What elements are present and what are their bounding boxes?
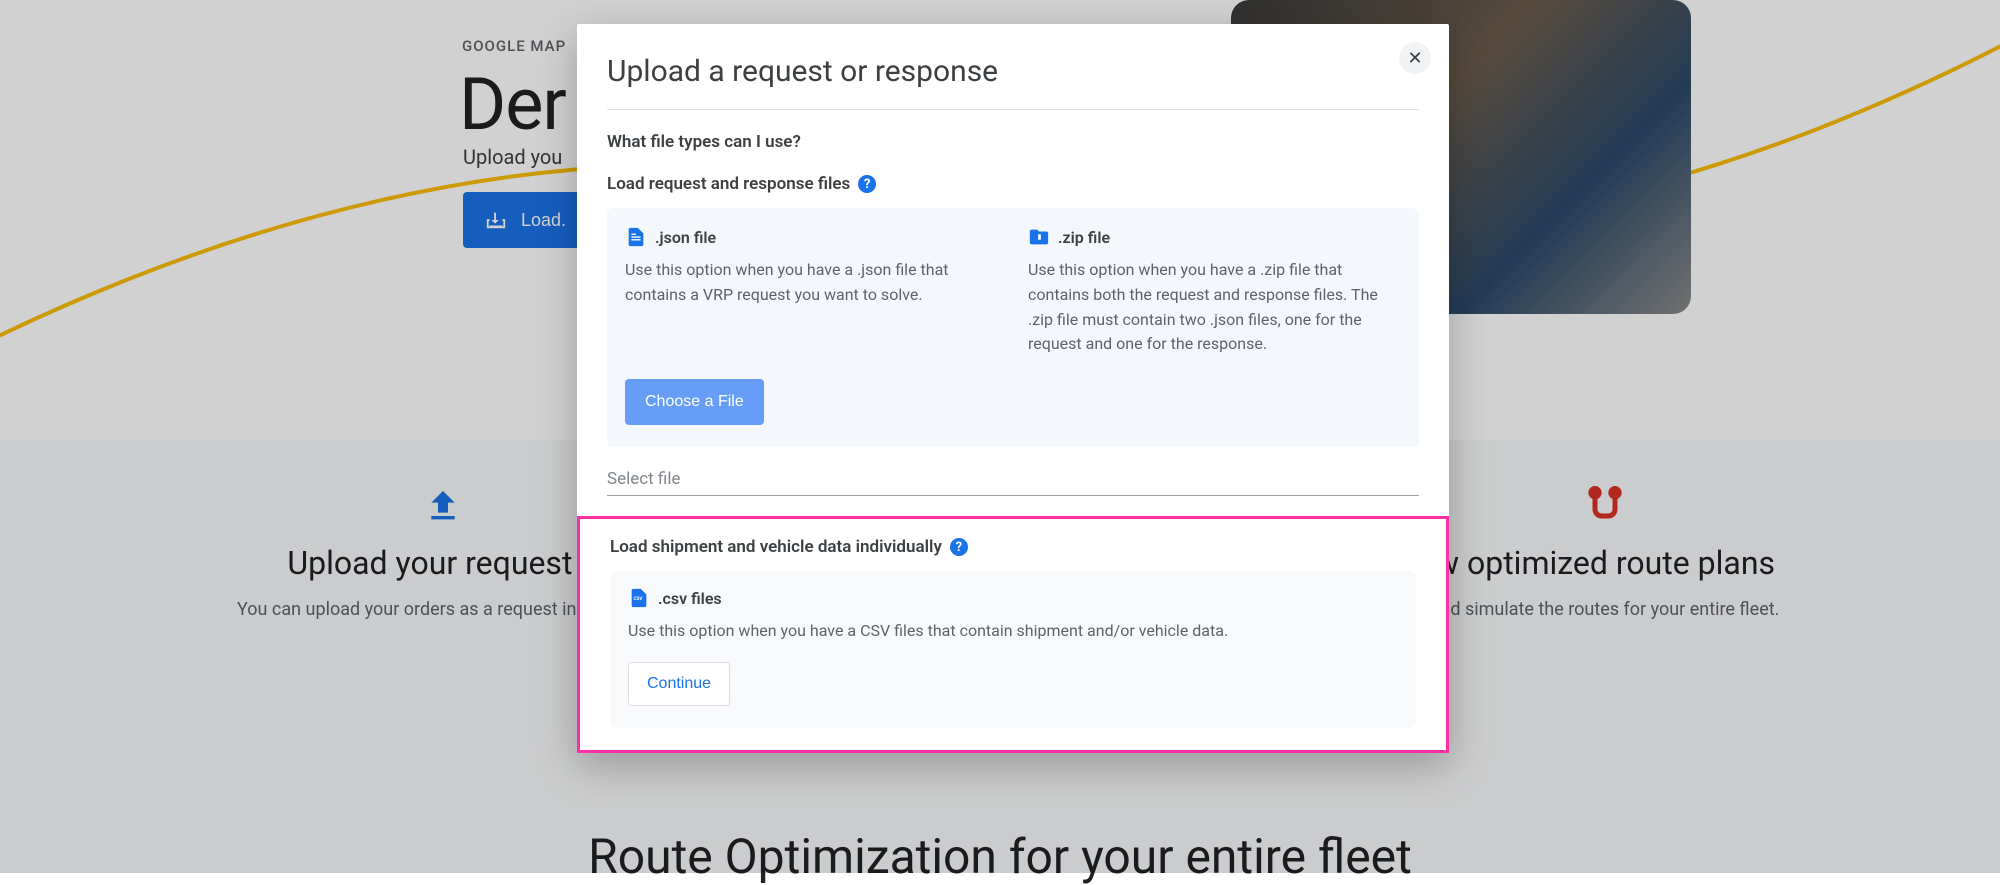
json-option: .json file Use this option when you have… bbox=[625, 226, 998, 357]
json-file-icon bbox=[625, 226, 647, 248]
upload-dialog: ✕ Upload a request or response What file… bbox=[577, 24, 1449, 753]
svg-text:CSV: CSV bbox=[634, 596, 643, 602]
zip-option: .zip file Use this option when you have … bbox=[1028, 226, 1401, 357]
divider bbox=[607, 109, 1419, 110]
csv-option-desc: Use this option when you have a CSV file… bbox=[628, 619, 1398, 644]
zip-option-desc: Use this option when you have a .zip fil… bbox=[1028, 258, 1401, 357]
load-individually-label-text: Load shipment and vehicle data individua… bbox=[610, 537, 942, 557]
help-icon[interactable]: ? bbox=[950, 538, 968, 556]
csv-option-title: .csv files bbox=[658, 589, 722, 608]
dialog-title: Upload a request or response bbox=[607, 54, 1419, 89]
zip-folder-icon bbox=[1028, 226, 1050, 248]
help-icon[interactable]: ? bbox=[858, 175, 876, 193]
load-files-label: Load request and response files ? bbox=[607, 174, 1419, 194]
json-option-title: .json file bbox=[655, 228, 716, 247]
file-types-question: What file types can I use? bbox=[607, 132, 1419, 152]
choose-file-button[interactable]: Choose a File bbox=[625, 379, 764, 425]
csv-panel: CSV .csv files Use this option when you … bbox=[610, 571, 1416, 728]
csv-section-highlight: Load shipment and vehicle data individua… bbox=[577, 516, 1449, 753]
zip-option-title: .zip file bbox=[1058, 228, 1110, 247]
file-types-panel: .json file Use this option when you have… bbox=[607, 208, 1419, 447]
close-button[interactable]: ✕ bbox=[1399, 42, 1431, 74]
csv-file-icon: CSV bbox=[628, 587, 650, 609]
continue-button[interactable]: Continue bbox=[628, 662, 730, 706]
load-files-label-text: Load request and response files bbox=[607, 174, 850, 194]
json-option-desc: Use this option when you have a .json fi… bbox=[625, 258, 998, 308]
load-individually-label: Load shipment and vehicle data individua… bbox=[610, 537, 1416, 557]
select-file-input[interactable]: Select file bbox=[607, 469, 1419, 496]
close-icon: ✕ bbox=[1407, 48, 1422, 69]
